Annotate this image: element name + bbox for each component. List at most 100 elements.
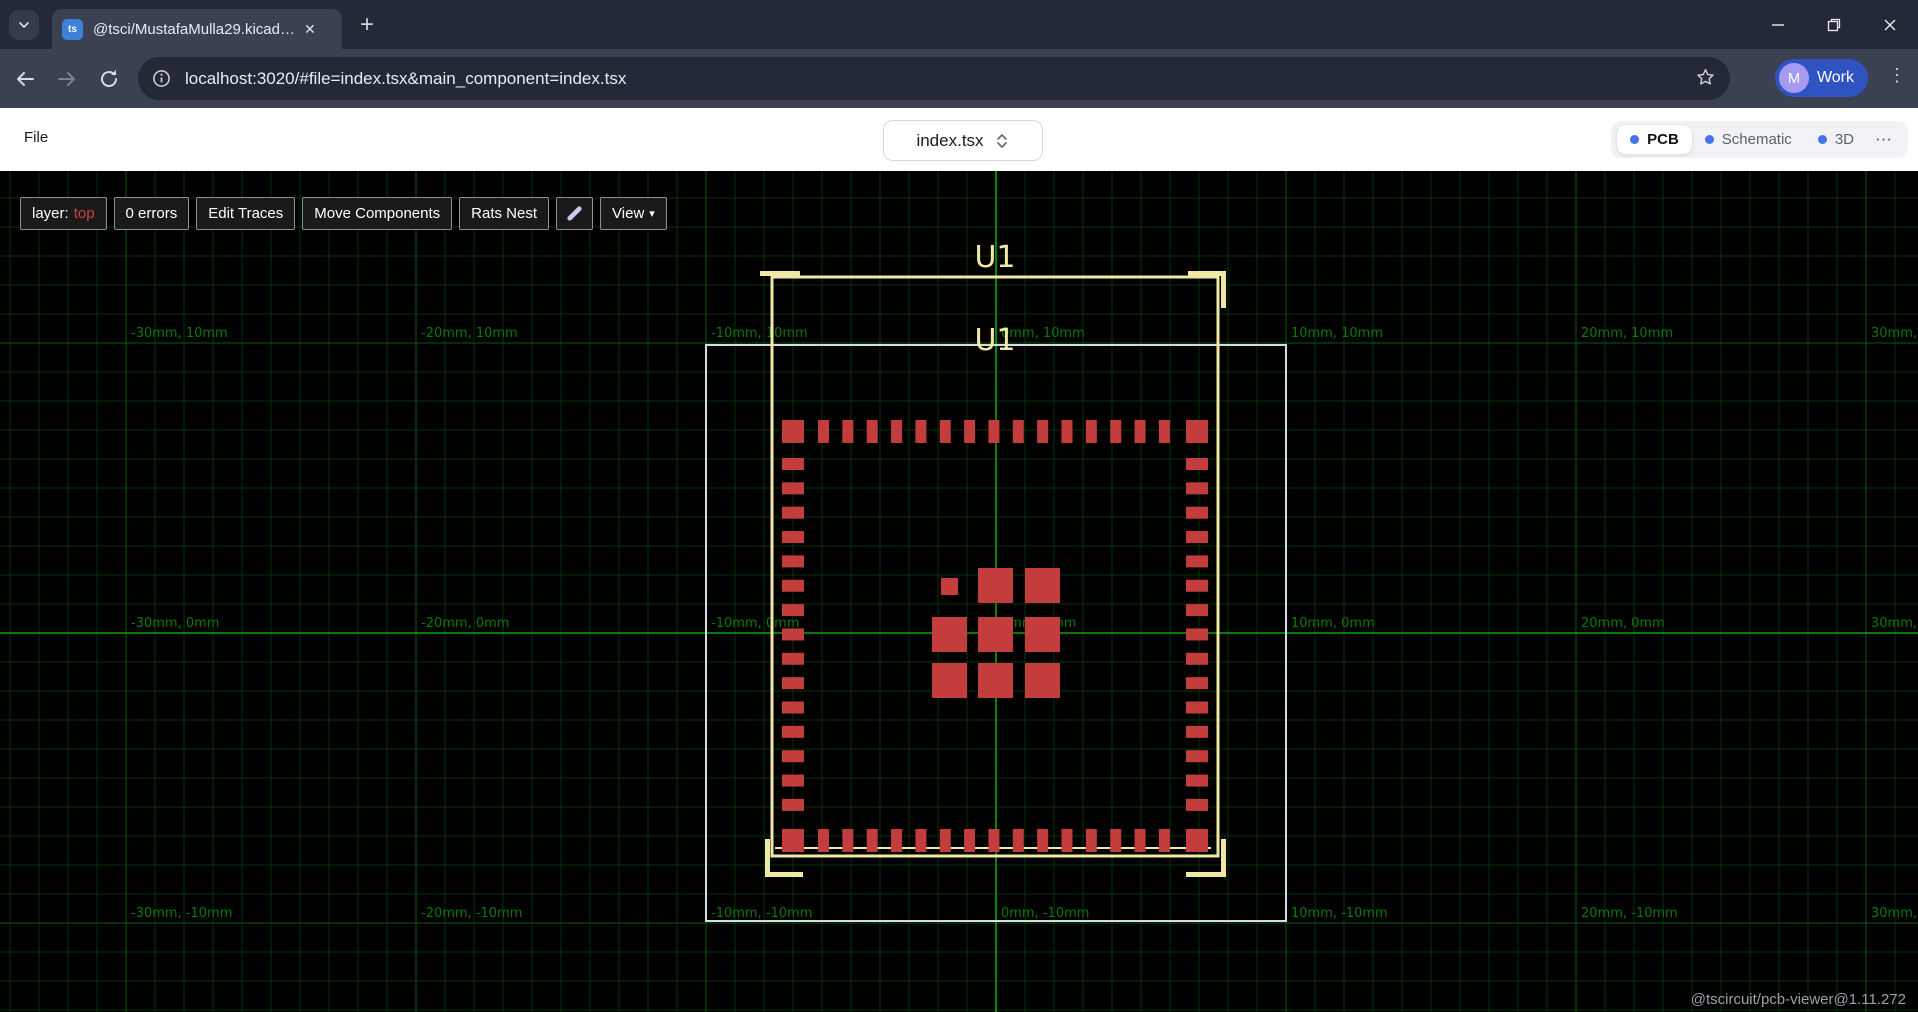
pcb-pad[interactable]: [1186, 653, 1208, 665]
pcb-pad[interactable]: [978, 568, 1013, 603]
pcb-pad[interactable]: [818, 829, 829, 852]
pcb-pad[interactable]: [782, 677, 804, 689]
pcb-canvas[interactable]: layer: top 0 errors Edit Traces Move Com…: [0, 171, 1918, 1012]
pcb-pad[interactable]: [1135, 420, 1146, 443]
pcb-pad[interactable]: [842, 829, 853, 852]
back-button[interactable]: [8, 62, 42, 96]
pcb-pad[interactable]: [940, 829, 951, 852]
pcb-pad[interactable]: [964, 420, 975, 443]
pcb-pad[interactable]: [1186, 750, 1208, 762]
pcb-pad[interactable]: [932, 617, 967, 652]
pcb-pad[interactable]: [891, 829, 902, 852]
browser-tab[interactable]: ts @tsci/MustafaMulla29.kicad-lib ✕: [52, 9, 342, 49]
pcb-pad[interactable]: [867, 420, 878, 443]
pcb-pad[interactable]: [1159, 829, 1170, 852]
window-close-button[interactable]: [1862, 0, 1918, 49]
pcb-pad[interactable]: [1186, 458, 1208, 470]
pcb-pad[interactable]: [1186, 482, 1208, 494]
pcb-pad[interactable]: [915, 420, 926, 443]
pcb-pad[interactable]: [1086, 829, 1097, 852]
pcb-pad[interactable]: [867, 829, 878, 852]
pcb-pad[interactable]: [915, 829, 926, 852]
pcb-pad[interactable]: [1110, 829, 1121, 852]
pcb-pad[interactable]: [1186, 702, 1208, 714]
pcb-pad[interactable]: [1062, 829, 1073, 852]
more-views-button[interactable]: ⋯: [1867, 130, 1902, 150]
pcb-pad[interactable]: [988, 420, 999, 443]
pcb-pad[interactable]: [1013, 420, 1024, 443]
view-tab-schematic[interactable]: Schematic: [1692, 125, 1805, 154]
edit-silkscreen-button[interactable]: [556, 197, 593, 230]
file-menu-button[interactable]: File: [24, 129, 48, 146]
pcb-pad[interactable]: [782, 750, 804, 762]
pcb-pad[interactable]: [1186, 420, 1208, 443]
pcb-pad[interactable]: [1037, 829, 1048, 852]
pcb-pad[interactable]: [1159, 420, 1170, 443]
view-tab-pcb[interactable]: PCB: [1617, 125, 1692, 154]
pcb-pad[interactable]: [1186, 604, 1208, 616]
pcb-pad[interactable]: [782, 458, 804, 470]
pcb-pad[interactable]: [782, 604, 804, 616]
pcb-pad[interactable]: [1186, 555, 1208, 567]
pcb-pad[interactable]: [842, 420, 853, 443]
pcb-pad[interactable]: [891, 420, 902, 443]
pcb-pad[interactable]: [978, 617, 1013, 652]
pcb-pad[interactable]: [1186, 580, 1208, 592]
pcb-pad[interactable]: [1186, 726, 1208, 738]
new-tab-button[interactable]: +: [352, 10, 382, 40]
pcb-pad[interactable]: [782, 726, 804, 738]
pcb-pad[interactable]: [818, 420, 829, 443]
pcb-pad[interactable]: [1186, 628, 1208, 640]
pcb-board-drawing[interactable]: -30mm, 10mm-20mm, 10mm-10mm, 10mm0mm, 10…: [0, 171, 1918, 1012]
pcb-pad[interactable]: [1186, 507, 1208, 519]
pcb-pad[interactable]: [1037, 420, 1048, 443]
pcb-pad[interactable]: [782, 531, 804, 543]
rats-nest-button[interactable]: Rats Nest: [459, 197, 549, 230]
pcb-pad[interactable]: [1013, 829, 1024, 852]
pcb-pad[interactable]: [782, 702, 804, 714]
pcb-pad[interactable]: [782, 653, 804, 665]
pcb-pad[interactable]: [940, 420, 951, 443]
pcb-pad[interactable]: [782, 829, 804, 852]
pcb-pad[interactable]: [941, 578, 958, 595]
pcb-pad[interactable]: [932, 663, 967, 698]
url-text[interactable]: localhost:3020/#file=index.tsx&main_comp…: [185, 69, 626, 89]
errors-button[interactable]: 0 errors: [114, 197, 190, 230]
pcb-pad[interactable]: [1025, 663, 1060, 698]
pcb-pad[interactable]: [1186, 799, 1208, 811]
bookmark-star-button[interactable]: [1695, 67, 1716, 93]
move-components-button[interactable]: Move Components: [302, 197, 452, 230]
pcb-pad[interactable]: [782, 482, 804, 494]
pcb-pad[interactable]: [782, 555, 804, 567]
file-selector[interactable]: index.tsx: [883, 120, 1043, 161]
pcb-pad[interactable]: [1186, 829, 1208, 852]
pcb-pad[interactable]: [1186, 531, 1208, 543]
pcb-pad[interactable]: [1062, 420, 1073, 443]
pcb-pad[interactable]: [782, 628, 804, 640]
pcb-pad[interactable]: [978, 663, 1013, 698]
pcb-pad[interactable]: [782, 775, 804, 787]
pcb-pad[interactable]: [782, 420, 804, 443]
pcb-pad[interactable]: [1025, 568, 1060, 603]
pcb-pad[interactable]: [782, 799, 804, 811]
window-restore-button[interactable]: [1806, 0, 1862, 49]
view-tab-3d[interactable]: 3D: [1805, 125, 1867, 154]
pcb-pad[interactable]: [782, 580, 804, 592]
address-bar[interactable]: localhost:3020/#file=index.tsx&main_comp…: [138, 57, 1730, 100]
pcb-pad[interactable]: [782, 507, 804, 519]
reload-button[interactable]: [92, 62, 126, 96]
tab-search-button[interactable]: [9, 10, 39, 40]
browser-menu-button[interactable]: ⋮: [1888, 65, 1906, 86]
tab-close-icon[interactable]: ✕: [304, 21, 316, 38]
pcb-pad[interactable]: [1186, 677, 1208, 689]
view-dropdown-button[interactable]: View ▾: [600, 197, 667, 230]
edit-traces-button[interactable]: Edit Traces: [196, 197, 295, 230]
pcb-pad[interactable]: [1086, 420, 1097, 443]
pcb-pad[interactable]: [964, 829, 975, 852]
pcb-pad[interactable]: [988, 829, 999, 852]
pcb-pad[interactable]: [1186, 775, 1208, 787]
forward-button[interactable]: [50, 62, 84, 96]
site-info-icon[interactable]: [152, 69, 171, 88]
pcb-pad[interactable]: [1135, 829, 1146, 852]
browser-profile-chip[interactable]: M Work: [1775, 59, 1868, 97]
